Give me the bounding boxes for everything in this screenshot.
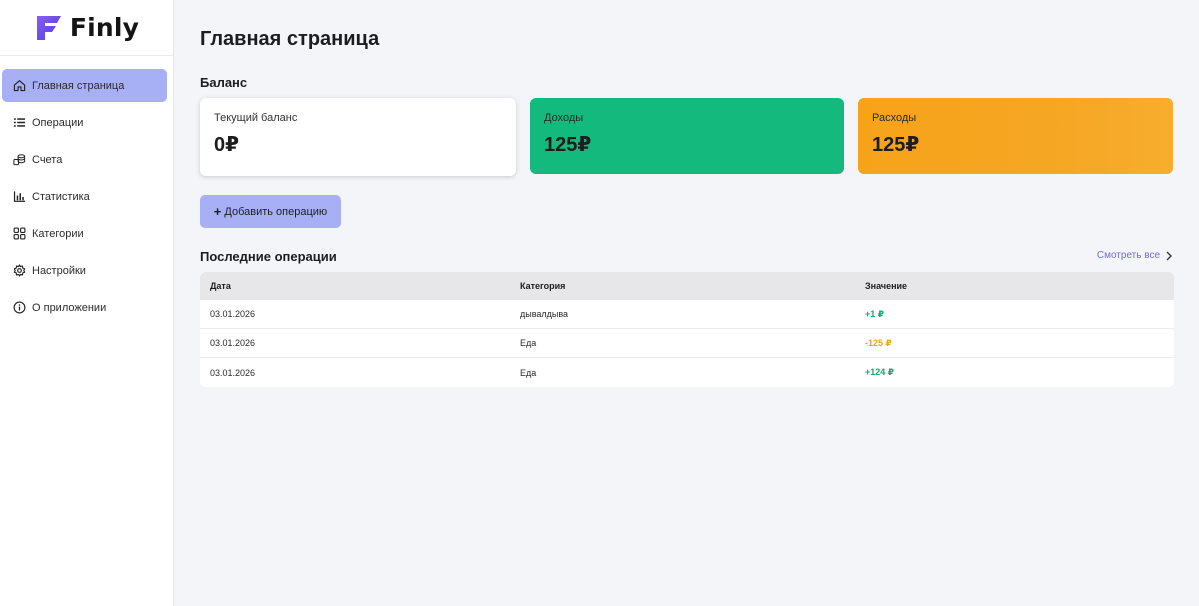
- cell-value: -125 ₽: [865, 337, 892, 348]
- recent-operations-table: Дата Категория Значение 03.01.2026 дывал…: [200, 272, 1174, 387]
- table-row[interactable]: 03.01.2026 дывалдыва +1 ₽: [200, 300, 1174, 329]
- column-header-value[interactable]: Значение: [855, 281, 1174, 291]
- current-balance-card: Текущий баланс 0₽: [200, 98, 516, 176]
- card-value: 125₽: [872, 134, 920, 156]
- see-all-label: Смотреть все: [1096, 250, 1160, 261]
- grid-icon: [12, 226, 27, 241]
- info-icon: [12, 300, 27, 315]
- sidebar-item-label: О приложении: [32, 301, 107, 314]
- recent-operations-title: Последние операции: [200, 249, 337, 264]
- main-content: Главная страница Баланс Текущий баланс 0…: [174, 0, 1199, 606]
- sidebar-item-about[interactable]: О приложении: [2, 291, 167, 324]
- column-header-date[interactable]: Дата: [200, 281, 510, 291]
- gear-icon: [12, 263, 27, 278]
- cell-category: Еда: [520, 338, 537, 348]
- expense-card: Расходы 125₽: [858, 98, 1173, 174]
- cell-category: дывалдыва: [520, 309, 569, 319]
- sidebar-item-statistics[interactable]: Статистика: [2, 180, 167, 213]
- cell-date: 03.01.2026: [210, 367, 256, 378]
- coins-icon: [12, 152, 27, 167]
- cell-category: Еда: [520, 367, 537, 378]
- sidebar-item-settings[interactable]: Настройки: [2, 254, 167, 287]
- card-label: Доходы: [544, 112, 584, 124]
- table-header: Дата Категория Значение: [200, 272, 1174, 300]
- table-row[interactable]: 03.01.2026 Еда -125 ₽: [200, 329, 1174, 358]
- income-card: Доходы 125₽: [530, 98, 844, 174]
- chevron-right-icon: [1166, 251, 1172, 260]
- card-label: Текущий баланс: [214, 112, 298, 124]
- bar-chart-icon: [12, 189, 27, 204]
- plus-icon: +: [213, 204, 222, 219]
- sidebar-item-label: Статистика: [32, 190, 90, 203]
- cell-date: 03.01.2026: [210, 309, 256, 319]
- list-icon: [12, 115, 27, 130]
- app-logo[interactable]: Finly: [0, 0, 173, 56]
- cell-value: +124 ₽: [865, 367, 895, 377]
- finly-logo-icon: [36, 15, 61, 40]
- sidebar-item-categories[interactable]: Категории: [2, 217, 167, 250]
- sidebar-item-accounts[interactable]: Счета: [2, 143, 167, 176]
- sidebar-item-label: Главная страница: [32, 79, 125, 92]
- app-name: Finly: [69, 13, 140, 42]
- add-operation-button[interactable]: + Добавить операцию: [200, 195, 341, 228]
- sidebar-item-label: Настройки: [32, 264, 86, 277]
- table-row[interactable]: 03.01.2026 Еда +124 ₽: [200, 358, 1174, 387]
- sidebar-item-home[interactable]: Главная страница: [2, 69, 167, 102]
- card-label: Расходы: [872, 112, 917, 124]
- card-value: 125₽: [544, 134, 592, 156]
- card-value: 0₽: [214, 134, 240, 156]
- add-operation-label: Добавить операцию: [224, 205, 328, 218]
- cell-date: 03.01.2026: [210, 338, 256, 348]
- sidebar: Finly Главная страница Операции Счета Ст…: [0, 0, 174, 606]
- balance-section-title: Баланс: [200, 75, 248, 90]
- sidebar-item-label: Счета: [32, 153, 63, 166]
- cell-value: +1 ₽: [865, 308, 885, 319]
- sidebar-item-label: Категории: [32, 227, 84, 240]
- sidebar-nav: Главная страница Операции Счета Статисти…: [0, 69, 173, 324]
- sidebar-item-label: Операции: [32, 116, 84, 129]
- see-all-link[interactable]: Смотреть все: [1097, 250, 1173, 261]
- sidebar-item-operations[interactable]: Операции: [2, 106, 167, 139]
- home-icon: [12, 78, 27, 93]
- column-header-category[interactable]: Категория: [510, 281, 855, 291]
- page-title: Главная страница: [200, 28, 380, 50]
